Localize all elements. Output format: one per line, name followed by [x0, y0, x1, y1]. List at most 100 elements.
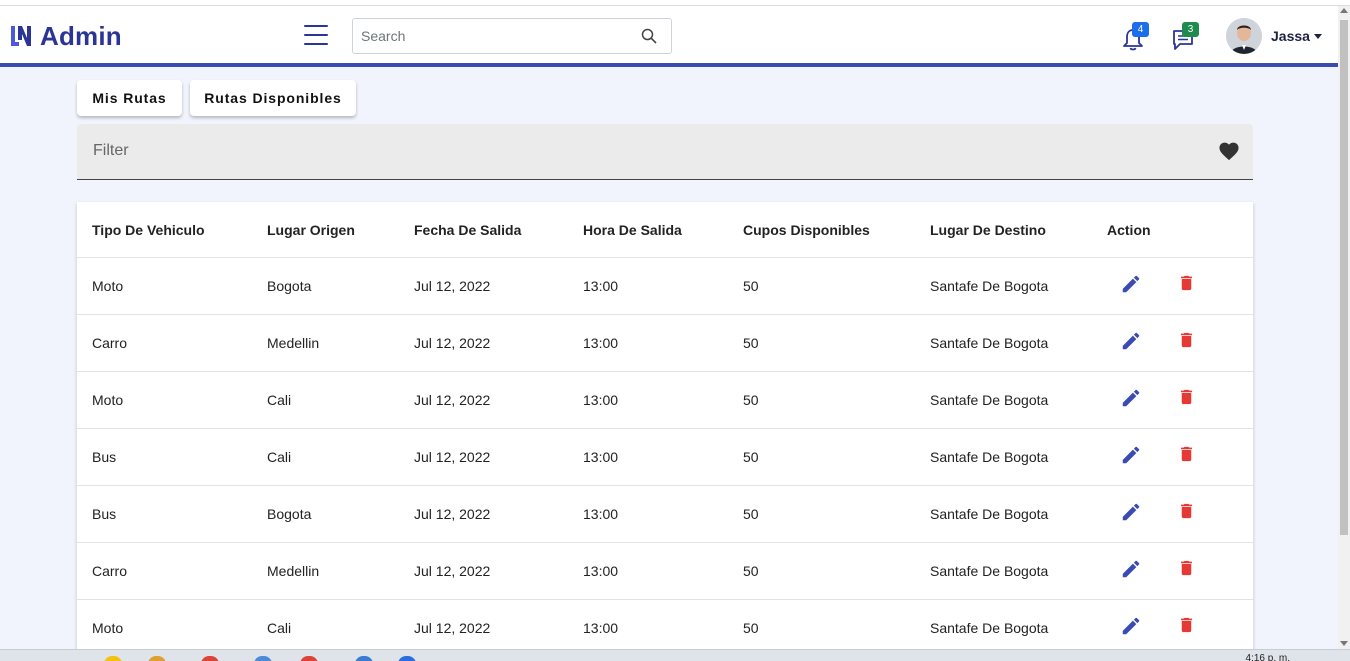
cell-fecha: Jul 12, 2022 [414, 506, 491, 522]
taskbar-app-icon[interactable] [104, 656, 122, 661]
filter-input[interactable] [93, 142, 1193, 160]
pencil-icon[interactable] [1120, 558, 1142, 580]
table-header-row: Tipo De Vehiculo Lugar Origen Fecha De S… [77, 202, 1253, 258]
cell-destino: Santafe De Bogota [930, 563, 1049, 579]
pencil-icon[interactable] [1120, 387, 1142, 409]
table-body: Moto Bogota Jul 12, 2022 13:00 50 Santafe De … [77, 258, 1253, 657]
cell-cupos: 50 [743, 563, 759, 579]
notifications-button[interactable]: 4 [1122, 22, 1152, 52]
cell-hora: 13:00 [583, 278, 619, 294]
search-input[interactable] [353, 19, 623, 53]
messages-badge: 3 [1182, 22, 1199, 37]
filter-field [77, 124, 1253, 180]
taskbar-app-icon[interactable] [254, 656, 272, 661]
pencil-icon[interactable] [1120, 501, 1142, 523]
cell-origen: Medellin [267, 335, 320, 351]
cell-hora: 13:00 [583, 335, 619, 351]
tab-rutas-disponibles[interactable]: Rutas Disponibles [190, 80, 356, 116]
cell-destino: Santafe De Bogota [930, 449, 1049, 465]
trash-icon[interactable] [1177, 500, 1196, 522]
trash-icon[interactable] [1177, 272, 1196, 294]
cell-origen: Bogota [267, 506, 312, 522]
cell-destino: Santafe De Bogota [930, 392, 1049, 408]
cell-destino: Santafe De Bogota [930, 506, 1049, 522]
user-name: Jassa [1271, 28, 1310, 44]
column-header-fecha[interactable]: Fecha De Salida [414, 202, 521, 257]
table-row[interactable]: Bus Bogota Jul 12, 2022 13:00 50 Santafe De B… [77, 486, 1253, 543]
cell-tipo: Carro [92, 563, 128, 579]
taskbar-app-icon[interactable] [398, 656, 416, 661]
search-icon[interactable] [641, 28, 657, 44]
taskbar-app-icon[interactable] [201, 656, 219, 661]
cell-origen: Cali [267, 392, 292, 408]
brand[interactable]: Admin [9, 20, 122, 51]
table-row[interactable]: Carro Medellin Jul 12, 2022 13:00 50 Santafe … [77, 315, 1253, 372]
cell-tipo: Carro [92, 335, 128, 351]
trash-icon[interactable] [1177, 557, 1196, 579]
taskbar-app-icon[interactable] [148, 656, 166, 661]
scroll-up-icon[interactable] [1340, 8, 1348, 13]
cell-cupos: 50 [743, 449, 759, 465]
cell-cupos: 50 [743, 392, 759, 408]
taskbar-app-icon[interactable] [355, 656, 373, 661]
brand-name: Admin [40, 20, 122, 51]
cell-cupos: 50 [743, 278, 759, 294]
table-row[interactable]: Moto Bogota Jul 12, 2022 13:00 50 Santafe De … [77, 258, 1253, 315]
os-taskbar: 4:16 p. m. [0, 649, 1350, 661]
pencil-icon[interactable] [1120, 330, 1142, 352]
cell-fecha: Jul 12, 2022 [414, 620, 491, 636]
cell-destino: Santafe De Bogota [930, 335, 1049, 351]
top-navbar: Admin 4 3 [0, 6, 1338, 67]
column-header-origen[interactable]: Lugar Origen [267, 202, 355, 257]
taskbar-clock: 4:16 p. m. [1245, 653, 1290, 661]
column-header-destino[interactable]: Lugar De Destino [930, 202, 1046, 257]
menu-toggle-icon[interactable] [304, 25, 328, 47]
cell-hora: 13:00 [583, 449, 619, 465]
cell-fecha: Jul 12, 2022 [414, 335, 491, 351]
heart-icon[interactable] [1218, 141, 1240, 161]
pencil-icon[interactable] [1120, 273, 1142, 295]
messages-button[interactable]: 3 [1172, 22, 1206, 52]
page-scrollbar[interactable] [1338, 6, 1350, 649]
cell-hora: 13:00 [583, 392, 619, 408]
pencil-icon[interactable] [1120, 444, 1142, 466]
search-box [352, 18, 672, 54]
cell-hora: 13:00 [583, 563, 619, 579]
table-row[interactable]: Carro Medellin Jul 12, 2022 13:00 50 Santafe … [77, 543, 1253, 600]
tab-mis-rutas[interactable]: Mis Rutas [77, 80, 182, 116]
table-row[interactable]: Bus Cali Jul 12, 2022 13:00 50 Santafe De Bog… [77, 429, 1253, 486]
cell-tipo: Moto [92, 392, 124, 408]
user-menu[interactable]: Jassa [1226, 18, 1322, 54]
cell-fecha: Jul 12, 2022 [414, 278, 491, 294]
cell-tipo: Bus [92, 449, 117, 465]
column-header-cupos[interactable]: Cupos Disponibles [743, 202, 870, 257]
column-header-tipo[interactable]: Tipo De Vehiculo [92, 202, 205, 257]
cell-origen: Medellin [267, 563, 320, 579]
trash-icon[interactable] [1177, 329, 1196, 351]
column-header-action: Action [1107, 221, 1151, 238]
brand-logo-icon [11, 26, 31, 46]
avatar [1226, 18, 1262, 54]
cell-cupos: 50 [743, 506, 759, 522]
routes-table: Tipo De Vehiculo Lugar Origen Fecha De S… [77, 202, 1253, 661]
table-row[interactable]: Moto Cali Jul 12, 2022 13:00 50 Santafe De Bo… [77, 372, 1253, 429]
cell-fecha: Jul 12, 2022 [414, 392, 491, 408]
cell-tipo: Bus [92, 506, 117, 522]
cell-origen: Cali [267, 620, 292, 636]
cell-cupos: 50 [743, 335, 759, 351]
chevron-down-icon [1313, 33, 1322, 39]
cell-origen: Bogota [267, 278, 312, 294]
trash-icon[interactable] [1177, 614, 1196, 636]
cell-hora: 13:00 [583, 506, 619, 522]
scroll-down-icon[interactable] [1340, 641, 1348, 646]
pencil-icon[interactable] [1120, 615, 1142, 637]
scrollbar-thumb[interactable] [1340, 20, 1348, 535]
trash-icon[interactable] [1177, 386, 1196, 408]
column-header-hora[interactable]: Hora De Salida [583, 202, 682, 257]
cell-fecha: Jul 12, 2022 [414, 563, 491, 579]
trash-icon[interactable] [1177, 443, 1196, 465]
cell-origen: Cali [267, 449, 292, 465]
cell-fecha: Jul 12, 2022 [414, 449, 491, 465]
taskbar-app-icon[interactable] [300, 656, 318, 661]
cell-cupos: 50 [743, 620, 759, 636]
